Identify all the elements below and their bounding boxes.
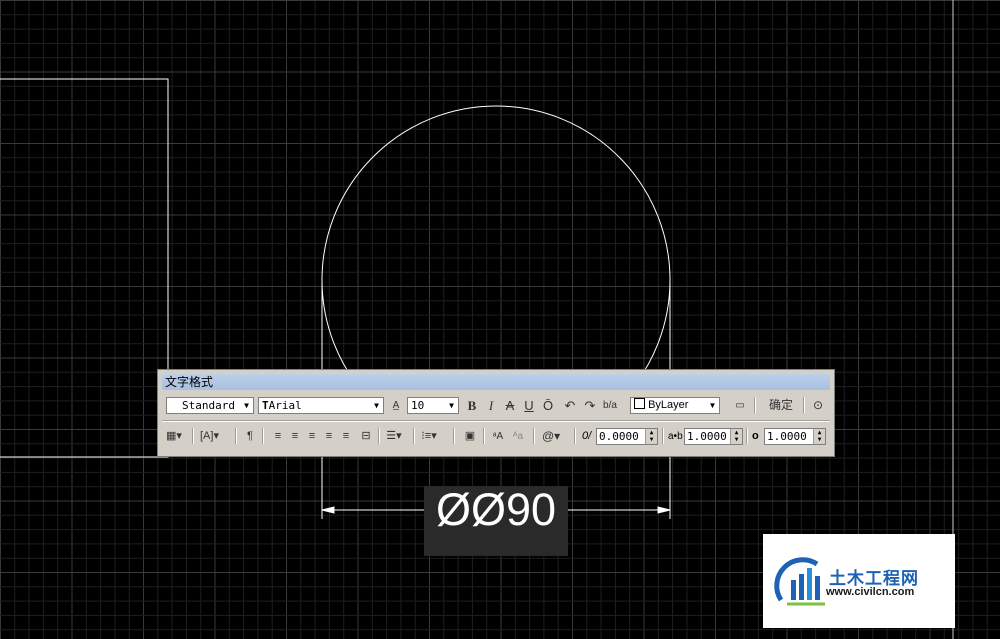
separator — [192, 428, 194, 444]
ruler-icon[interactable]: ▭ — [732, 396, 748, 415]
width-factor-input[interactable]: 1.0000 ▲ ▼ — [764, 428, 826, 445]
oblique-angle-input[interactable]: 0.0000 ▲ ▼ — [596, 428, 658, 445]
ok-button[interactable]: 确定 — [764, 396, 798, 415]
paragraph-icon[interactable]: ¶ — [242, 427, 258, 446]
tracking-input[interactable]: 1.0000 ▲ ▼ — [684, 428, 743, 445]
text-style-value: Standard — [182, 399, 235, 412]
separator — [378, 428, 380, 444]
italic-button[interactable]: I — [483, 396, 499, 415]
toolbar-row-format: Standard ▼ TArial ▼ A̲ 10 ▼ B I A U Ō ↶ … — [162, 394, 830, 416]
chevron-down-icon: ▼ — [708, 401, 717, 410]
lowercase-icon[interactable]: ᴬa — [510, 427, 526, 446]
symbol-icon[interactable]: @▾ — [542, 427, 560, 446]
undo-icon[interactable]: ↶ — [562, 396, 578, 415]
logo-url: www.civilcn.com — [826, 586, 915, 598]
spinner-icon[interactable]: ▲ ▼ — [813, 429, 825, 444]
separator — [262, 428, 264, 444]
columns-icon[interactable]: ▦▾ — [166, 427, 182, 446]
tracking-value: 1.0000 — [687, 430, 727, 443]
chevron-down-icon: ▼ — [449, 401, 454, 410]
separator — [662, 428, 664, 444]
width-factor-label: o — [752, 430, 759, 442]
align-center-icon[interactable]: ≡ — [287, 427, 303, 446]
underline-button[interactable]: U — [521, 396, 537, 415]
color-swatch-icon — [634, 398, 645, 409]
stack-icon[interactable]: b/a — [602, 396, 618, 415]
justification-icon[interactable]: [A]▾ — [200, 427, 219, 446]
spinner-icon[interactable]: ▲ ▼ — [730, 429, 742, 444]
separator — [413, 428, 415, 444]
toolbar-title[interactable]: 文字格式 — [162, 374, 830, 390]
text-style-select[interactable]: Standard ▼ — [166, 397, 254, 414]
separator — [533, 428, 535, 444]
oblique-label: 0/ — [582, 430, 592, 442]
annotative-icon[interactable]: A̲ — [388, 396, 404, 415]
justify-icon[interactable]: ≡ — [321, 427, 337, 446]
truetype-icon: T — [262, 399, 269, 412]
separator — [803, 397, 805, 413]
rectangle-outline — [0, 78, 169, 458]
logo-mark-icon — [774, 557, 825, 606]
tracking-label: a•b — [668, 431, 683, 442]
separator — [483, 428, 485, 444]
chevron-down-icon: ▼ — [374, 401, 379, 410]
row-divider — [162, 420, 830, 422]
align-right-icon[interactable]: ≡ — [304, 427, 320, 446]
align-left-icon[interactable]: ≡ — [270, 427, 286, 446]
oblique-angle-value: 0.0000 — [599, 430, 639, 443]
text-height-select[interactable]: 10 ▼ — [407, 397, 459, 414]
uppercase-icon[interactable]: ᵃA — [490, 427, 506, 446]
redo-icon[interactable]: ↷ — [582, 396, 598, 415]
width-factor-value: 1.0000 — [767, 430, 807, 443]
dimension-text-editor[interactable]: ØØ90 — [424, 486, 568, 556]
spinner-icon[interactable]: ▲ ▼ — [645, 429, 657, 444]
vertical-align-icon[interactable]: ⊟ — [358, 427, 374, 446]
numbering-icon[interactable]: ⁝≡▾ — [421, 427, 437, 446]
insert-field-icon[interactable]: ▣ — [462, 427, 478, 446]
text-height-value: 10 — [411, 399, 425, 412]
line-spacing-icon[interactable]: ☰▾ — [386, 427, 402, 446]
color-select[interactable]: ByLayer ▼ — [630, 397, 720, 414]
separator — [235, 428, 237, 444]
arrowhead-left — [321, 506, 335, 514]
separator — [754, 397, 756, 413]
separator — [746, 428, 748, 444]
watermark-logo: 土木工程网 www.civilcn.com — [763, 534, 955, 628]
font-value: Arial — [268, 399, 302, 412]
bold-button[interactable]: B — [464, 396, 480, 415]
chevron-down-icon: ▼ — [244, 401, 249, 410]
separator — [453, 428, 455, 444]
color-value: ByLayer — [648, 399, 689, 411]
overline-button[interactable]: Ō — [540, 396, 556, 415]
font-select[interactable]: TArial ▼ — [258, 397, 384, 414]
toolbar-row-paragraph: ▦▾ [A]▾ ¶ ≡ ≡ ≡ ≡ ≡ ⊟ ☰▾ ⁝≡▾ ▣ ᵃA ᴬa @▾ … — [162, 425, 830, 447]
options-icon[interactable]: ⊙ — [810, 396, 826, 415]
distribute-icon[interactable]: ≡ — [338, 427, 354, 446]
arrowhead-right — [657, 506, 671, 514]
separator — [574, 428, 576, 444]
strikethrough-button[interactable]: A — [502, 396, 518, 415]
text-formatting-toolbar: 文字格式 Standard ▼ TArial ▼ A̲ 10 ▼ B I A U… — [157, 369, 835, 457]
